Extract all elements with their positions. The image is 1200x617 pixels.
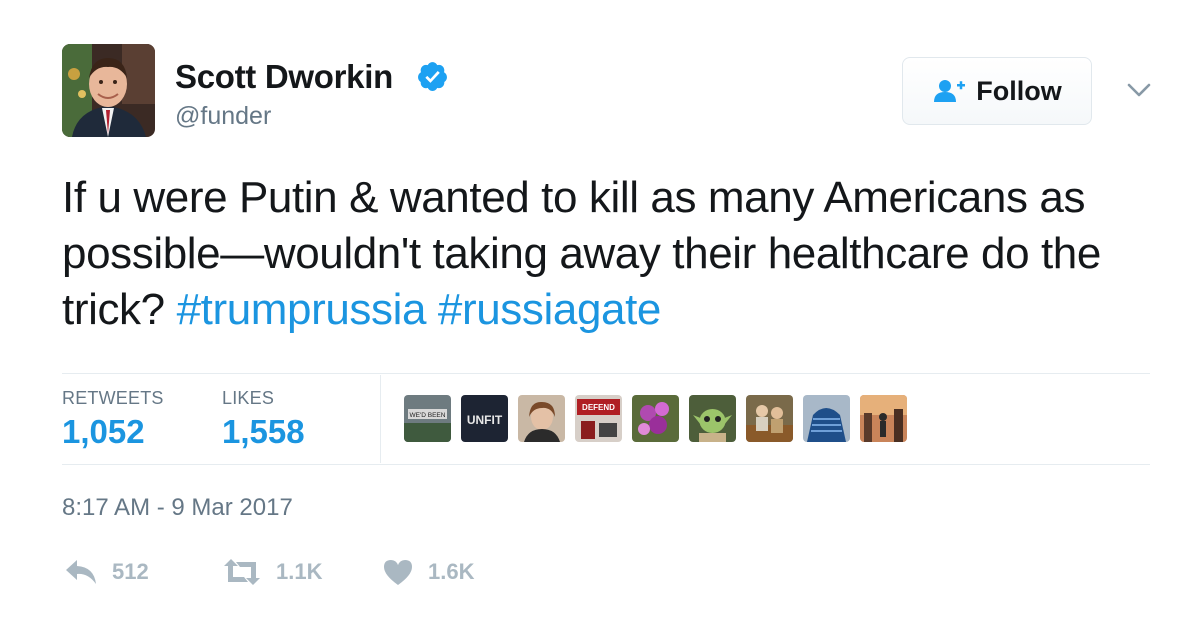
retweet-count: 1.1K xyxy=(276,559,323,584)
likes-count[interactable]: 1,558 xyxy=(222,413,305,451)
liker-avatar[interactable]: UNFIT xyxy=(461,395,508,442)
liker-avatar-6-icon xyxy=(689,395,736,442)
hashtag-link[interactable]: #trumprussia xyxy=(177,285,427,334)
liker-avatar-8-icon xyxy=(803,395,850,442)
divider xyxy=(62,373,1150,374)
tweet-text: If u were Putin & wanted to kill as many… xyxy=(62,170,1172,338)
reply-button[interactable]: 512 xyxy=(64,554,149,590)
liker-avatar[interactable] xyxy=(632,395,679,442)
liker-avatar[interactable]: WE'D BEEN xyxy=(404,395,451,442)
liker-avatar[interactable] xyxy=(803,395,850,442)
retweets-count[interactable]: 1,052 xyxy=(62,413,145,451)
liker-avatar-text: DEFEND xyxy=(582,403,615,412)
liker-avatars: WE'D BEEN UNFIT DEFEND xyxy=(404,395,907,442)
liker-avatar-5-icon xyxy=(632,395,679,442)
like-button[interactable]: 1.6K xyxy=(382,554,474,590)
retweets-label: RETWEETS xyxy=(62,388,164,408)
liker-avatar-text: UNFIT xyxy=(467,413,503,427)
chevron-down-icon[interactable] xyxy=(1124,78,1154,102)
likes-label: LIKES xyxy=(222,388,275,408)
reply-count: 512 xyxy=(112,559,149,584)
follow-button[interactable]: Follow xyxy=(902,57,1092,125)
liker-avatar[interactable]: DEFEND xyxy=(575,395,622,442)
heart-icon xyxy=(384,560,412,585)
liker-avatar-1-icon: WE'D BEEN xyxy=(404,395,451,442)
verified-badge-icon xyxy=(418,62,447,91)
liker-avatar-3-icon xyxy=(518,395,565,442)
follow-button-label: Follow xyxy=(976,75,1062,106)
liker-avatar[interactable] xyxy=(518,395,565,442)
liker-avatar-9-icon xyxy=(860,395,907,442)
like-count: 1.6K xyxy=(428,559,475,584)
author-handle[interactable]: @funder xyxy=(175,101,271,131)
author-name[interactable]: Scott Dworkin xyxy=(175,58,393,96)
add-user-icon xyxy=(934,80,966,102)
liker-avatar[interactable] xyxy=(689,395,736,442)
liker-avatar-7-icon xyxy=(746,395,793,442)
liker-avatar[interactable] xyxy=(746,395,793,442)
divider xyxy=(380,375,381,463)
liker-avatar-4-icon: DEFEND xyxy=(575,395,622,442)
author-avatar[interactable] xyxy=(62,44,155,137)
retweet-icon xyxy=(224,559,260,585)
liker-avatar-2-icon: UNFIT xyxy=(461,395,508,442)
reply-icon xyxy=(66,560,96,584)
profile-photo xyxy=(62,44,155,137)
divider xyxy=(62,464,1150,465)
liker-avatar-text: WE'D BEEN xyxy=(410,412,446,419)
retweet-button[interactable]: 1.1K xyxy=(222,554,322,590)
tweet-timestamp[interactable]: 8:17 AM - 9 Mar 2017 xyxy=(62,494,293,522)
liker-avatar[interactable] xyxy=(860,395,907,442)
hashtag-link[interactable]: #russiagate xyxy=(438,285,661,334)
